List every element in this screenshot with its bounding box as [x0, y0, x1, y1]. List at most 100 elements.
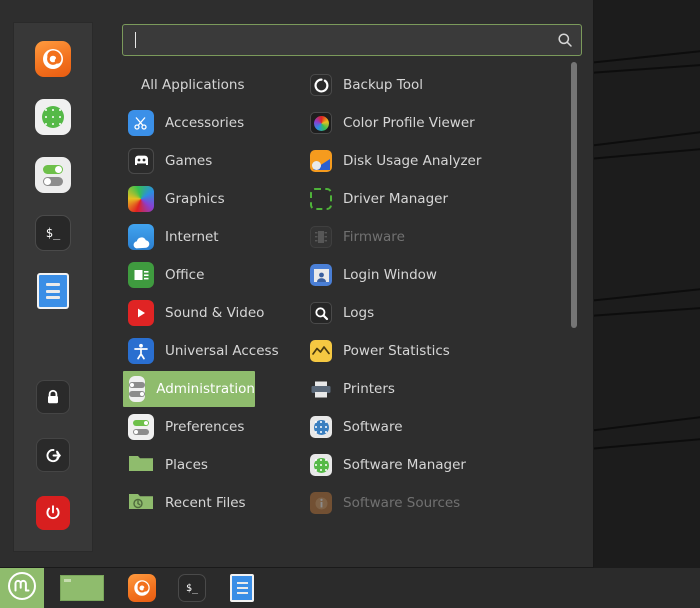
app-label: Power Statistics [343, 343, 450, 359]
app-label: Driver Manager [343, 191, 449, 207]
cloud-icon [128, 224, 154, 250]
app-label: Logs [343, 305, 375, 321]
taskbar-terminal[interactable]: $_ [172, 568, 212, 608]
app-power-statistics[interactable]: Power Statistics [310, 332, 555, 370]
scissors-icon [128, 110, 154, 136]
app-printers[interactable]: Printers [310, 370, 555, 408]
mint-menu-button[interactable] [0, 568, 44, 608]
software-icon [310, 416, 332, 438]
category-label: Graphics [165, 191, 225, 207]
play-icon [128, 300, 154, 326]
category-label: Internet [165, 229, 219, 245]
text-cursor [135, 32, 136, 48]
favorite-files[interactable] [31, 269, 75, 313]
search-icon[interactable] [557, 32, 573, 48]
taskbar-files[interactable] [224, 568, 260, 608]
info-icon [310, 492, 332, 514]
category-accessories[interactable]: Accessories [122, 104, 282, 142]
app-logs[interactable]: Logs [310, 294, 555, 332]
app-backup-tool[interactable]: Backup Tool [310, 66, 555, 104]
printer-icon [310, 378, 332, 400]
window-list-item[interactable] [54, 568, 110, 608]
log-out-button[interactable] [31, 433, 75, 477]
quit-button[interactable] [31, 491, 75, 535]
app-label: Firmware [343, 229, 405, 245]
category-label: Universal Access [165, 343, 279, 359]
logout-icon [36, 438, 70, 472]
category-label: Places [165, 457, 208, 473]
firmware-icon [310, 226, 332, 248]
folder-clock-icon [128, 490, 154, 516]
taskbar-firefox[interactable] [122, 568, 162, 608]
firefox-icon [35, 41, 71, 77]
app-label: Login Window [343, 267, 437, 283]
firefox-icon [128, 574, 156, 602]
app-color-profile-viewer[interactable]: Color Profile Viewer [310, 104, 555, 142]
chip-icon [310, 188, 332, 210]
favorite-firefox[interactable] [31, 37, 75, 81]
favorite-terminal[interactable]: $_ [31, 211, 75, 255]
category-internet[interactable]: Internet [122, 218, 282, 256]
lock-screen-button[interactable] [31, 375, 75, 419]
folder-icon [128, 452, 154, 478]
settings-toggles-icon [35, 157, 71, 193]
category-label: Office [165, 267, 205, 283]
category-sound-and-video[interactable]: Sound & Video [122, 294, 282, 332]
terminal-icon: $_ [35, 215, 71, 251]
document-icon [128, 262, 154, 288]
category-label: Recent Files [165, 495, 246, 511]
category-label: Accessories [165, 115, 245, 131]
category-office[interactable]: Office [122, 256, 282, 294]
category-label: Sound & Video [165, 305, 265, 321]
app-software-sources[interactable]: Software Sources [310, 484, 555, 522]
category-label: Preferences [165, 419, 245, 435]
category-games[interactable]: Games [122, 142, 282, 180]
toggles-icon [128, 414, 154, 440]
taskbar: $_ [0, 568, 700, 608]
app-software[interactable]: Software [310, 408, 555, 446]
lock-icon [36, 380, 70, 414]
category-recent-files[interactable]: Recent Files [122, 484, 282, 522]
sliders-icon [129, 376, 146, 402]
window-icon [60, 575, 104, 601]
app-label: Software Sources [343, 495, 461, 511]
category-label: Administration [156, 381, 255, 397]
app-label: Disk Usage Analyzer [343, 153, 482, 169]
search-box[interactable] [122, 24, 582, 56]
app-login-window[interactable]: Login Window [310, 256, 555, 294]
category-universal-access[interactable]: Universal Access [122, 332, 282, 370]
app-disk-usage-analyzer[interactable]: Disk Usage Analyzer [310, 142, 555, 180]
magnifier-icon [310, 302, 332, 324]
palette-icon [128, 186, 154, 212]
softmanager-icon [310, 454, 332, 476]
favorite-system-settings[interactable] [31, 153, 75, 197]
app-driver-manager[interactable]: Driver Manager [310, 180, 555, 218]
app-label: Color Profile Viewer [343, 115, 475, 131]
category-places[interactable]: Places [122, 446, 282, 484]
gamepad-icon [128, 148, 154, 174]
application-list-scrollbar-thumb[interactable] [571, 62, 577, 328]
category-administration[interactable]: Administration [122, 370, 256, 408]
favorites-sidebar: $_ [13, 22, 93, 552]
terminal-icon: $_ [178, 574, 206, 602]
category-label: Games [165, 153, 213, 169]
category-all-applications[interactable]: All Applications [122, 66, 282, 104]
files-icon [230, 574, 254, 602]
app-label: Printers [343, 381, 395, 397]
application-menu-window: $_ All Applications Accessories Games Gr… [0, 0, 594, 568]
backup-icon [310, 74, 332, 96]
category-preferences[interactable]: Preferences [122, 408, 282, 446]
category-label: All Applications [141, 77, 245, 93]
loginwindow-icon [310, 264, 332, 286]
software-manager-icon [35, 99, 71, 135]
accessibility-icon [128, 338, 154, 364]
app-label: Software [343, 419, 403, 435]
category-graphics[interactable]: Graphics [122, 180, 282, 218]
app-firmware[interactable]: Firmware [310, 218, 555, 256]
wallpaper-stripes [594, 0, 700, 570]
favorite-software-manager[interactable] [31, 95, 75, 139]
app-software-manager[interactable]: Software Manager [310, 446, 555, 484]
linux-mint-logo [7, 571, 37, 605]
category-list: All Applications Accessories Games Graph… [122, 66, 282, 522]
app-label: Software Manager [343, 457, 466, 473]
